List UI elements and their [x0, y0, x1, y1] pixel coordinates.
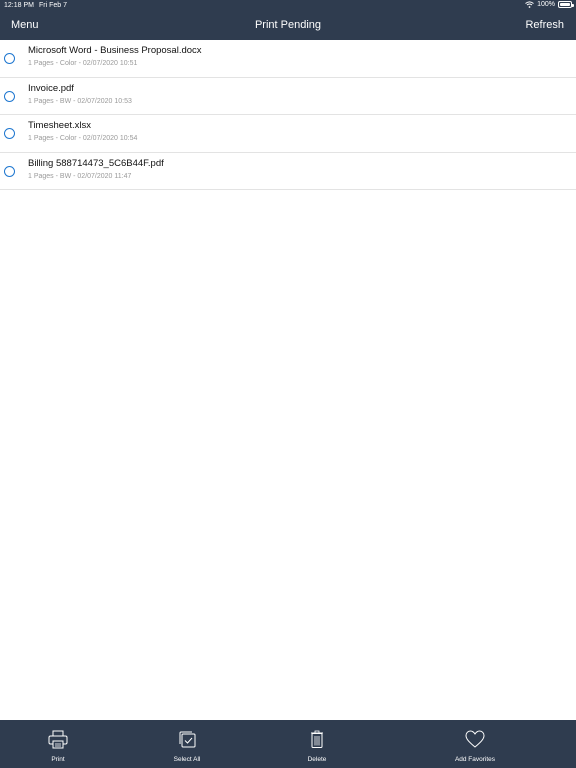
radio-button[interactable]: [4, 128, 15, 139]
radio-button[interactable]: [4, 53, 15, 64]
status-bar: 12:18 PM Fri Feb 7 100%: [0, 0, 576, 12]
list-item[interactable]: Billing 588714473_5C6B44F.pdf 1 Pages - …: [0, 153, 576, 190]
bottom-toolbar: Print Select All Delete Add Favorites: [0, 720, 576, 768]
wifi-icon: [525, 1, 534, 8]
list-item[interactable]: Microsoft Word - Business Proposal.docx …: [0, 40, 576, 78]
status-right: 100%: [525, 1, 574, 8]
job-title: Microsoft Word - Business Proposal.docx: [28, 45, 202, 56]
job-meta: 1 Pages - BW - 02/07/2020 10:53: [28, 97, 132, 105]
status-time: 12:18 PM: [4, 2, 34, 9]
add-favorites-label: Add Favorites: [454, 756, 496, 763]
select-all-icon: [179, 731, 196, 748]
job-meta: 1 Pages - Color - 02/07/2020 10:51: [28, 60, 138, 67]
page-title: Print Pending: [254, 19, 322, 31]
job-title: Billing 588714473_5C6B44F.pdf: [28, 157, 164, 169]
navigation-bar: 12:18 PM Fri Feb 7 100% Menu Print Pendi…: [0, 0, 576, 40]
delete-button[interactable]: Delete: [277, 720, 357, 768]
radio-button[interactable]: [4, 90, 15, 102]
select-all-button[interactable]: Select All: [147, 720, 227, 768]
print-job-list: Microsoft Word - Business Proposal.docx …: [0, 40, 576, 190]
print-button[interactable]: Print: [18, 720, 98, 768]
delete-label: Delete: [307, 756, 327, 763]
refresh-button[interactable]: Refresh: [525, 19, 564, 31]
heart-icon: [465, 730, 485, 748]
radio-button[interactable]: [4, 165, 15, 177]
trash-icon: [311, 730, 323, 748]
battery-icon: [558, 1, 574, 8]
job-meta: 1 Pages - Color - 02/07/2020 10:54: [28, 135, 138, 142]
print-label: Print: [51, 756, 65, 763]
printer-icon: [48, 730, 68, 749]
status-date: Fri Feb 7: [39, 2, 68, 9]
job-title: Timesheet.xlsx: [28, 120, 91, 131]
list-item[interactable]: Invoice.pdf 1 Pages - BW - 02/07/2020 10…: [0, 78, 576, 115]
list-item[interactable]: Timesheet.xlsx 1 Pages - Color - 02/07/2…: [0, 115, 576, 153]
battery-percent: 100%: [537, 1, 555, 8]
add-favorites-button[interactable]: Add Favorites: [435, 720, 515, 768]
job-meta: 1 Pages - BW - 02/07/2020 11:47: [28, 172, 132, 180]
job-title: Invoice.pdf: [28, 82, 74, 94]
select-all-label: Select All: [173, 756, 201, 763]
